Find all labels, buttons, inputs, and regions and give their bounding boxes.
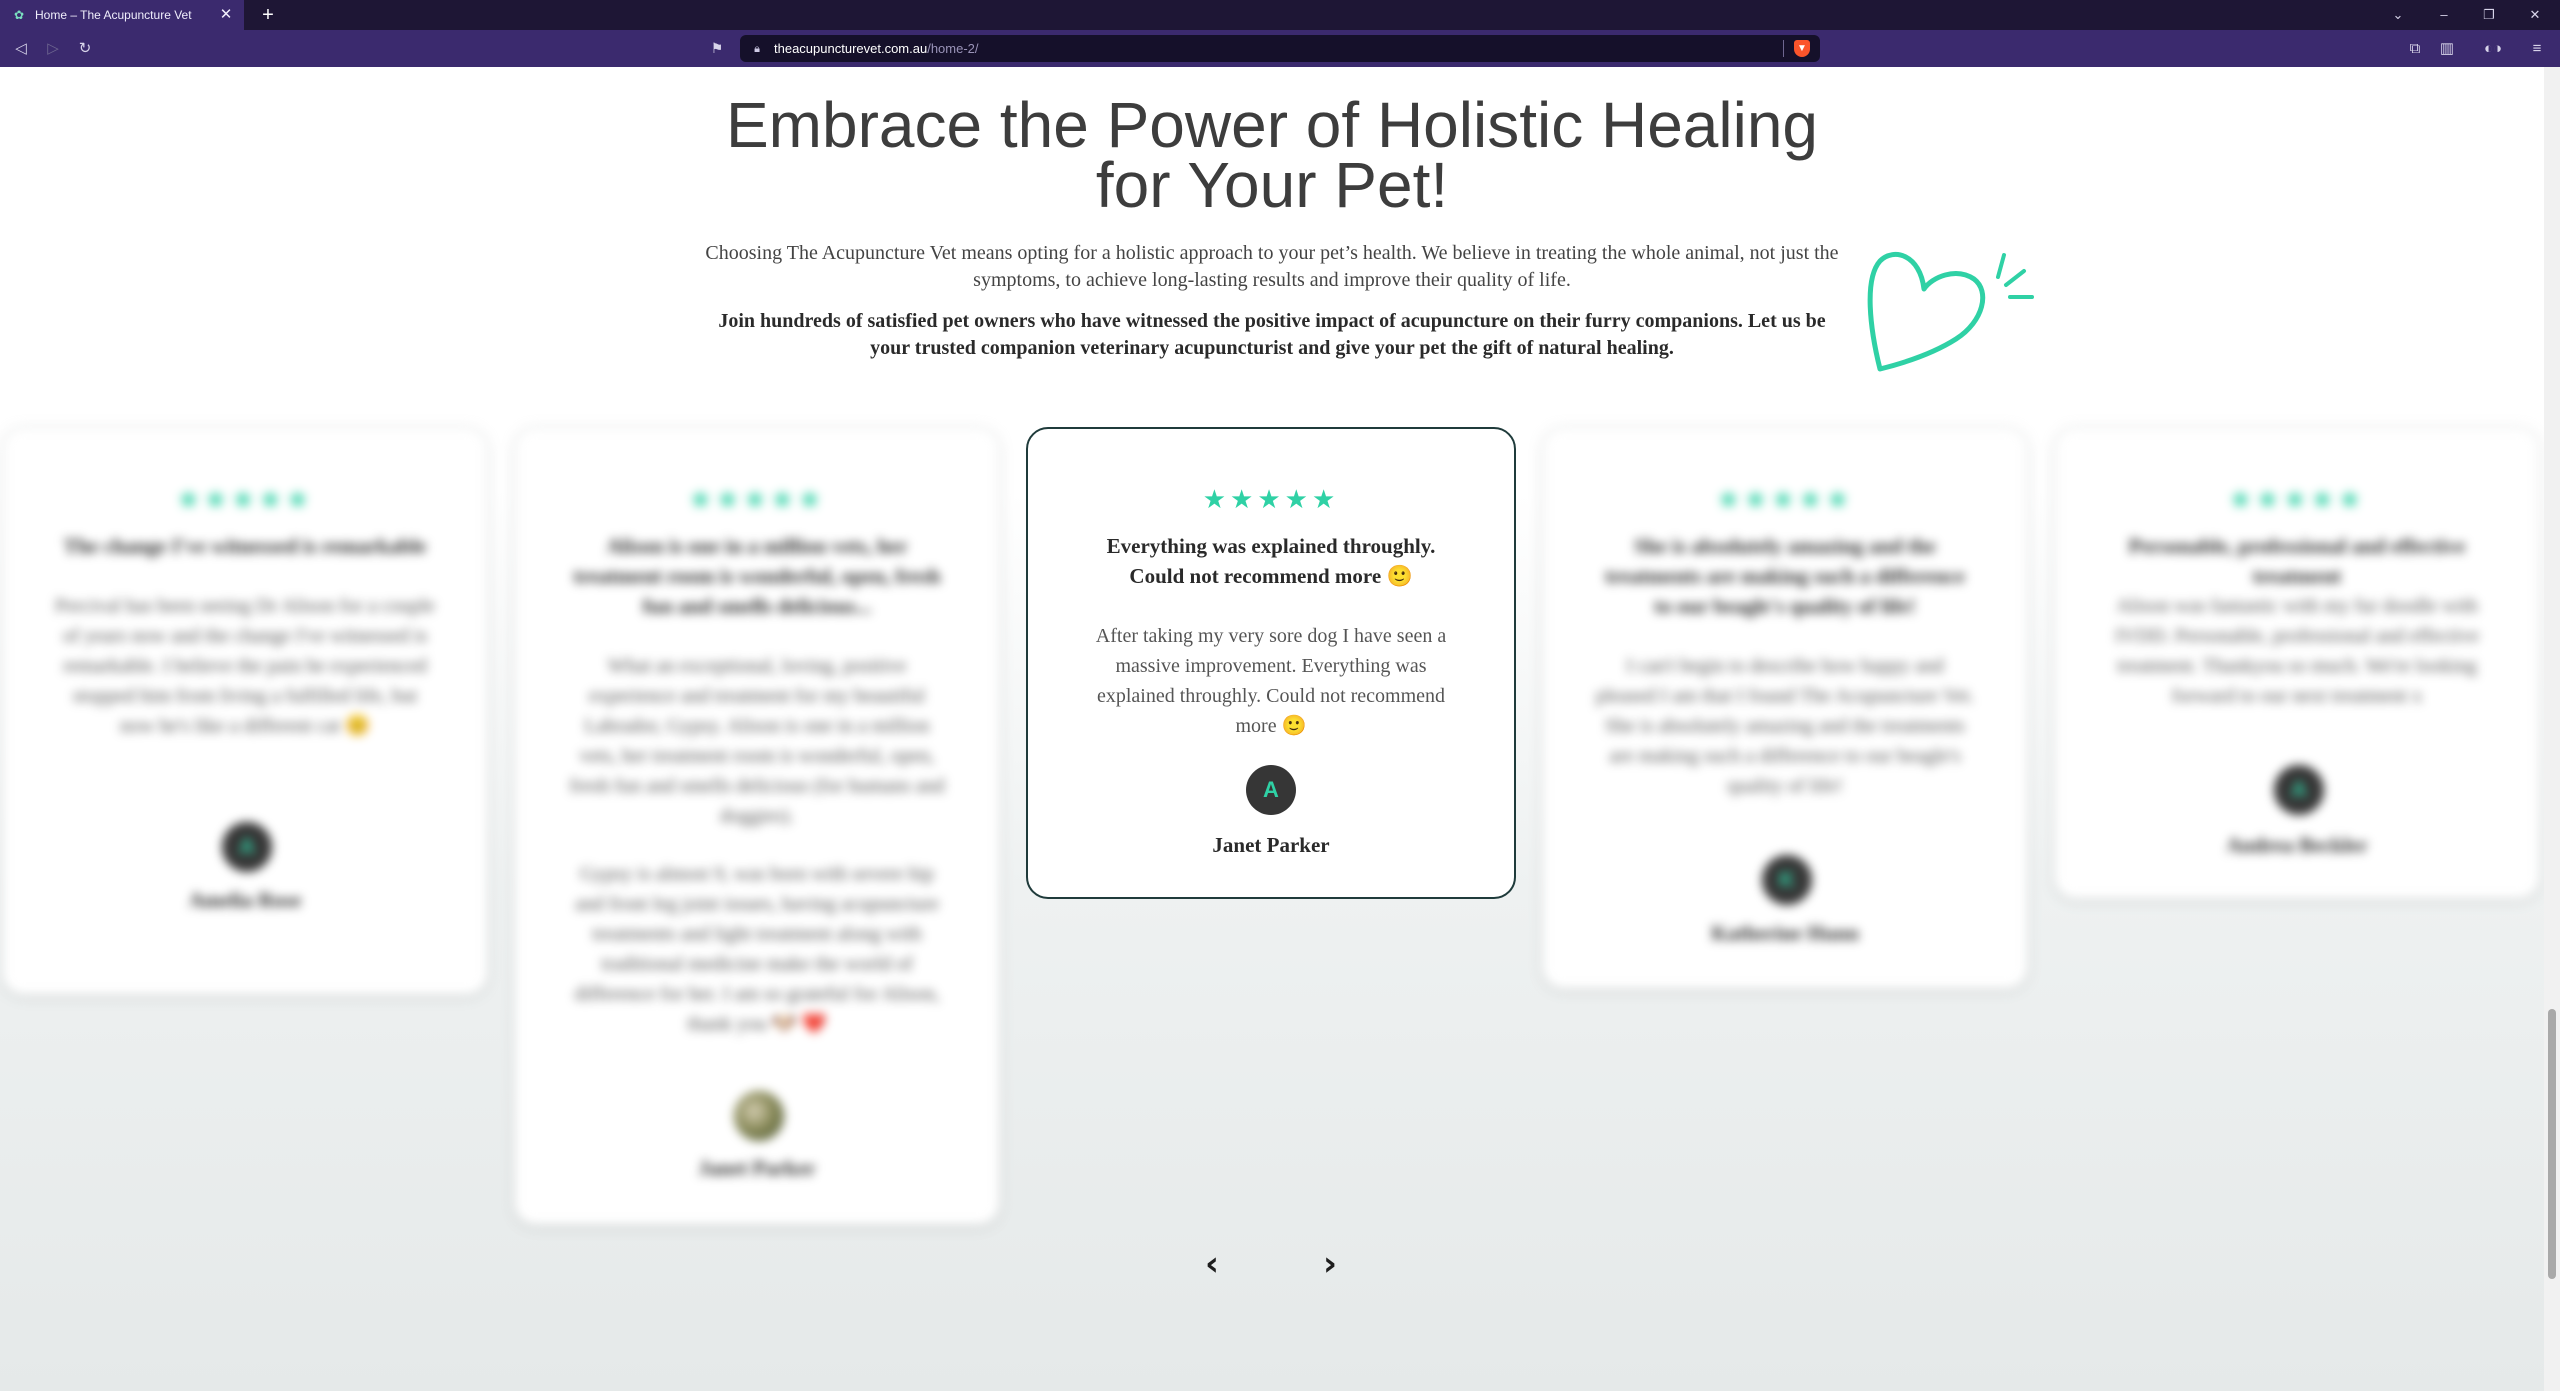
close-icon[interactable]: ✕	[2524, 5, 2546, 25]
tab-title: Home – The Acupuncture Vet	[35, 8, 192, 22]
url-host: theacupuncturevet.com.au	[774, 41, 928, 56]
url-path: /home-2/	[927, 41, 979, 56]
browser-tab-active[interactable]: ✿ Home – The Acupuncture Vet ✕	[0, 0, 244, 30]
minimize-icon[interactable]: –	[2433, 5, 2455, 25]
avatar: A	[222, 822, 272, 872]
intro-bold-paragraph: Join hundreds of satisfied pet owners wh…	[718, 310, 1826, 359]
extensions-icon[interactable]: ⧉	[2404, 38, 2426, 60]
headline-line-2: for Your Pet!	[1095, 149, 1449, 221]
slider-next-button[interactable]: ›	[1310, 1244, 1350, 1284]
avatar: K	[1762, 855, 1812, 905]
bookmark-icon[interactable]: ⚑	[708, 39, 726, 57]
testimonial-card-active: ★★★★★ Everything was explained throughly…	[1026, 427, 1516, 899]
testimonial-author: Janet Parker	[1212, 833, 1330, 857]
new-tab-button[interactable]: +	[257, 4, 279, 26]
testimonial-title: Personable, professional and effective t…	[2128, 534, 2466, 588]
testimonial-body: After taking my very sore dog I have see…	[1095, 625, 1447, 737]
forward-icon[interactable]: ▷	[42, 38, 64, 60]
page-scrollbar[interactable]	[2544, 67, 2560, 1391]
testimonial-title: Alison is one in a million vets, her tre…	[573, 534, 941, 618]
testimonial-body: Percival has been seeing Dr Alison for a…	[55, 595, 435, 737]
lock-icon[interactable]: 🔒︎	[750, 42, 764, 56]
sidebar-icon[interactable]: ▥	[2436, 38, 2458, 60]
avatar: A	[2274, 765, 2324, 815]
browser-toolbar: ◁ ▷ ↻ ⚑ 🔒︎ theacupuncturevet.com.au/home…	[0, 30, 2560, 67]
testimonial-body: Alison was fantastic with my fur doodle …	[2115, 595, 2479, 707]
testimonial-body-continued: Gypsy is almost 9, was born with severe …	[574, 863, 940, 1035]
star-rating-icon: ★★★★★	[1716, 485, 1854, 514]
star-rating-icon: ★★★★★	[1202, 485, 1340, 514]
page-headline: Embrace the Power of Holistic Healing fo…	[600, 93, 1944, 217]
intro-paragraph: Choosing The Acupuncture Vet means optin…	[705, 242, 1839, 291]
testimonial-body: I can't begin to describe how happy and …	[1595, 655, 1975, 797]
url-divider	[1783, 40, 1784, 57]
testimonial-author: Amelia Rose	[188, 888, 302, 912]
star-rating-icon: ★★★★★	[2228, 485, 2366, 514]
testimonial-card: ★★★★★ Personable, professional and effec…	[2054, 427, 2540, 899]
testimonial-title: The change I've witnessed is remarkable	[63, 534, 427, 558]
brave-shield-icon[interactable]: ▼	[1794, 40, 1810, 57]
testimonial-body: What an exceptional, loving, positive ex…	[569, 655, 945, 827]
testimonial-card: ★★★★★ She is absolutely amazing and the …	[1542, 427, 2028, 989]
tab-list-icon[interactable]: ⌄	[2387, 5, 2409, 25]
testimonial-card: ★★★★★ The change I've witnessed is remar…	[2, 427, 488, 995]
testimonial-author: Andrea Beckler	[2226, 833, 2368, 857]
address-bar[interactable]: 🔒︎ theacupuncturevet.com.au/home-2/ ▼	[740, 35, 1820, 62]
testimonial-title: She is absolutely amazing and the treatm…	[1605, 534, 1965, 618]
browser-tab-bar: ✿ Home – The Acupuncture Vet ✕ + ⌄ – ❐ ✕	[0, 0, 2560, 30]
menu-icon[interactable]: ≡	[2526, 38, 2548, 60]
reload-icon[interactable]: ↻	[74, 38, 96, 60]
avatar: A	[1246, 765, 1296, 815]
url-text: theacupuncturevet.com.au/home-2/	[774, 41, 979, 56]
back-icon[interactable]: ◁	[10, 38, 32, 60]
scrollbar-thumb[interactable]	[2548, 1009, 2556, 1279]
tab-close-icon[interactable]: ✕	[218, 7, 234, 23]
star-rating-icon: ★★★★★	[688, 485, 826, 514]
maximize-icon[interactable]: ❐	[2478, 5, 2500, 25]
vpn-icon[interactable]: ◐◑	[2478, 38, 2508, 60]
page-content: Embrace the Power of Holistic Healing fo…	[0, 67, 2544, 1391]
slider-prev-button[interactable]: ‹	[1192, 1244, 1232, 1284]
testimonial-card: ★★★★★ Alison is one in a million vets, h…	[514, 427, 1000, 1225]
heart-icon	[1867, 251, 2034, 372]
testimonial-author: Janet Parker	[698, 1156, 816, 1180]
site-favicon-icon: ✿	[13, 8, 25, 22]
star-rating-icon: ★★★★★	[176, 485, 314, 514]
testimonial-author: Katherine Hunn	[1711, 921, 1859, 945]
avatar	[734, 1091, 784, 1141]
testimonial-title: Everything was explained throughly. Coul…	[1106, 534, 1436, 588]
